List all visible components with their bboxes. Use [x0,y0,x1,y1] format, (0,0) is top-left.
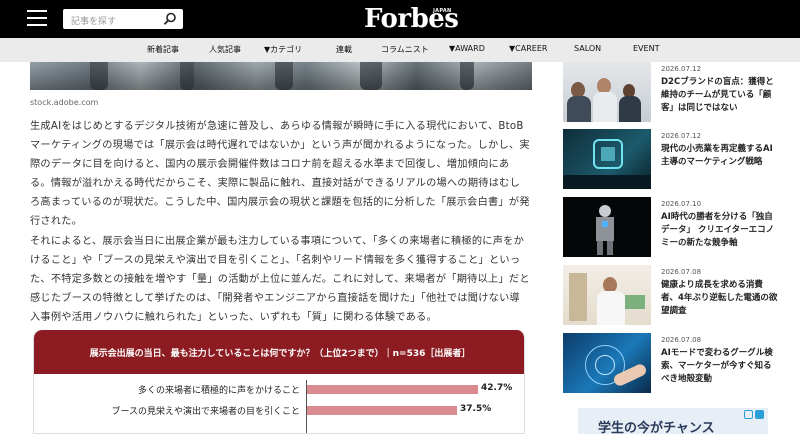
search-input[interactable] [63,12,158,32]
article-thumbnail[interactable] [563,197,651,257]
chart-bar [307,406,457,415]
article-date: 2026.07.12 [661,132,702,140]
article-date: 2026.07.08 [661,336,702,344]
search-box [63,9,183,32]
ad-info-icon[interactable] [755,410,764,419]
chart-header: 展示会出展の当日、最も注力していることは何ですか？（上位2つまで）｜n=536［… [34,330,524,374]
nav-item-salon[interactable]: SALON [574,44,601,53]
article-date: 2026.07.10 [661,200,702,208]
nav-item-series[interactable]: 連載 [336,44,352,55]
menu-icon[interactable] [27,10,47,28]
article-paragraph-2: それによると、展示会当日に出展企業が最も注力している事項について、「多くの来場者… [30,236,530,323]
top-bar: Forbes JAPAN [0,0,800,38]
hero-image [30,62,532,90]
article-title[interactable]: 現代の小売業を再定義するAI主導のマーケティング戦略 [661,143,779,169]
chart-body: 多くの来場者に積極的に声をかけること 42.7% ブースの見栄えや演出で来場者の目を… [34,374,524,433]
article-title[interactable]: AIモードで変わるグーグル検索、マーケターが今すぐ知るべき地殻変動 [661,347,779,386]
article-title[interactable]: D2Cブランドの盲点：獲得と維持のチームが見ている「顧客」は同じではない [661,76,779,115]
ad-text: 学生の今がチャンス [598,421,715,434]
ad-banner[interactable]: 学生の今がチャンス [578,408,768,434]
nav-item-category[interactable]: ▼カテゴリ [264,44,302,55]
article-title[interactable]: 健康より成長を求める消費者、4年ぶり逆転した電通の欲望調査 [661,279,779,318]
nav-item-career[interactable]: ▼CAREER [509,44,547,53]
article-date: 2026.07.12 [661,65,702,73]
nav-item-award[interactable]: ▼AWARD [449,44,485,53]
chart-category-label: ブースの見栄えや演出で来場者の目を引くこと [111,407,300,417]
chart-bar [307,385,478,394]
article-thumbnail[interactable] [563,129,651,189]
search-icon[interactable] [163,12,177,26]
chart-category-label: 多くの来場者に積極的に声をかけること [137,386,300,396]
nav-item-columnist[interactable]: コラムニスト [381,44,429,55]
survey-chart: 展示会出展の当日、最も注力していることは何ですか？（上位2つまで）｜n=536［… [33,330,525,434]
nav-item-popular[interactable]: 人気記事 [209,44,241,55]
article-title[interactable]: AI時代の勝者を分ける「独自データ」 クリエイターエコノミーの新たな競争軸 [661,211,779,250]
article-date: 2026.07.08 [661,268,702,276]
ad-close-icon[interactable] [744,410,753,419]
chart-value-label: 42.7% [481,383,513,393]
logo-sub: JAPAN [433,8,452,14]
chart-title: 展示会出展の当日、最も注力していることは何ですか？（上位2つまで）｜n=536［… [89,349,471,359]
article-thumbnail[interactable] [563,265,651,325]
photo-credit: stock.adobe.com [30,98,99,107]
article-thumbnail[interactable] [563,62,651,122]
nav-item-event[interactable]: EVENT [633,44,659,53]
chart-value-label: 37.5% [460,404,492,414]
article-paragraph-1: 生成AIをはじめとするデジタル技術が急速に普及し、あらゆる情報が瞬時に手に入る現… [30,121,530,227]
main-nav: 新着記事 人気記事 ▼カテゴリ 連載 コラムニスト ▼AWARD ▼CAREER… [0,38,800,62]
nav-item-new[interactable]: 新着記事 [147,44,179,55]
article-thumbnail[interactable] [563,333,651,393]
